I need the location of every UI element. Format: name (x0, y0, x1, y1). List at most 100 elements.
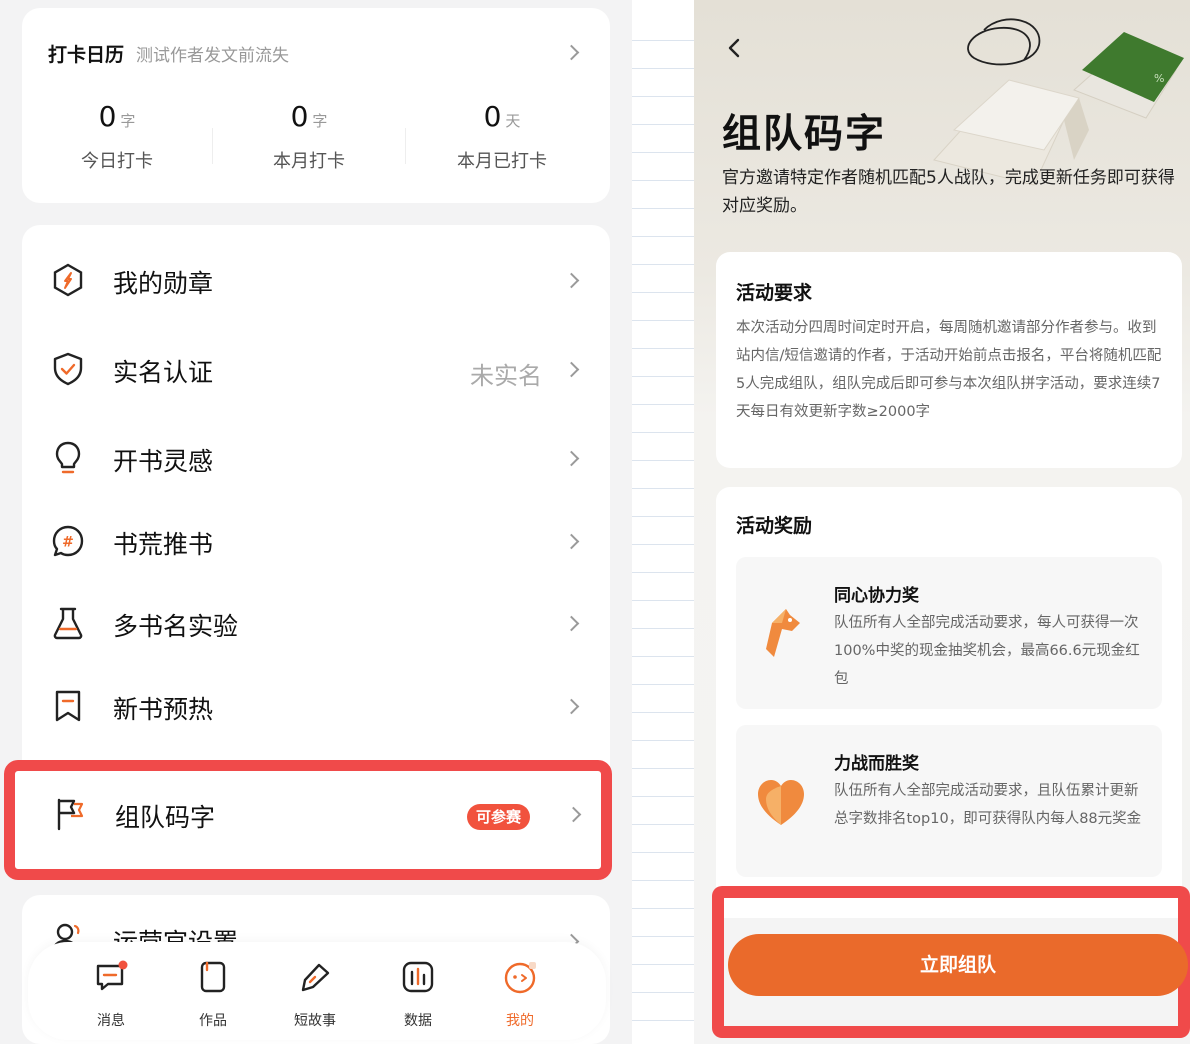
works-icon (200, 961, 226, 993)
divider (632, 152, 694, 153)
stat-number: 0 (290, 100, 309, 133)
heart-icon (758, 780, 804, 825)
medal-icon (53, 263, 83, 297)
menu-item-verification[interactable]: 实名认证 未实名 (22, 329, 610, 409)
menu-item-label: 新书预热 (113, 695, 214, 724)
divider (632, 320, 694, 321)
tab-label: 数据 (404, 1013, 432, 1029)
tab-short-stories[interactable]: 短故事 (275, 960, 355, 1030)
tab-label: 我的 (506, 1013, 534, 1029)
menu-item-team-writing[interactable]: 组队码字 可参赛 (22, 774, 610, 854)
tab-label: 消息 (97, 1013, 125, 1029)
verification-status: 未实名 (470, 362, 542, 390)
stat-unit: 天 (505, 112, 521, 130)
profile-panel: 打卡日历 测试作者发文前流失 0字 今日打卡 0字 本月打卡 0天 本月已打卡 … (0, 0, 632, 1044)
stat-unit: 字 (120, 112, 136, 130)
divider (632, 1020, 694, 1021)
chevron-right-icon (563, 615, 580, 632)
menu-item-inspiration[interactable]: 开书灵感 (22, 418, 610, 498)
stat-month: 0字 本月打卡 (214, 100, 404, 173)
tab-label: 短故事 (294, 1013, 336, 1029)
page-title: 组队码字 (722, 112, 887, 157)
divider (632, 68, 694, 69)
chevron-right-icon (563, 272, 580, 289)
svg-text:%: % (1154, 72, 1164, 85)
prize-name: 同心协力奖 (834, 586, 919, 606)
divider (632, 348, 694, 349)
divider (632, 208, 694, 209)
prize-item: 力战而胜奖 队伍所有人全部完成活动要求，且队伍累计更新总字数排名top10，即可… (736, 725, 1162, 877)
shield-check-icon (53, 352, 83, 386)
pen-icon (301, 963, 330, 992)
divider (632, 516, 694, 517)
menu-item-preheat[interactable]: 新书预热 (22, 666, 610, 746)
chevron-right-icon[interactable] (563, 44, 580, 61)
divider (632, 628, 694, 629)
menu-item-recommend[interactable]: # 书荒推书 (22, 501, 610, 581)
prize-description: 队伍所有人全部完成活动要求，且队伍累计更新总字数排名top10，即可获得队内每人… (834, 783, 1142, 827)
join-team-button[interactable]: 立即组队 (728, 934, 1188, 996)
divider (632, 404, 694, 405)
divider (632, 488, 694, 489)
tab-works[interactable]: 作品 (173, 960, 253, 1030)
back-arrow-icon[interactable] (724, 38, 744, 58)
menu-item-label: 组队码字 (115, 803, 216, 832)
page-description: 官方邀请特定作者随机匹配5人战队，完成更新任务即可获得对应奖励。 (722, 168, 1175, 216)
stat-label: 本月打卡 (273, 151, 345, 172)
divider (632, 768, 694, 769)
horse-icon (766, 609, 800, 657)
menu-item-label: 书荒推书 (113, 530, 214, 559)
flask-icon (53, 607, 83, 640)
requirement-body: 本次活动分四周时间定时开启，每周随机邀请部分作者参与。收到站内信/短信邀请的作者… (736, 320, 1162, 420)
divider (632, 292, 694, 293)
checkin-card[interactable]: 打卡日历 测试作者发文前流失 0字 今日打卡 0字 本月打卡 0天 本月已打卡 (22, 8, 610, 203)
stat-label: 本月已打卡 (457, 151, 547, 172)
divider (212, 128, 213, 164)
menu-item-medals[interactable]: 我的勋章 (22, 240, 610, 320)
bookmark-icon (55, 690, 81, 722)
lightbulb-icon (55, 441, 81, 474)
menu-item-label: 开书灵感 (113, 447, 214, 476)
tab-profile[interactable]: 我的 (480, 960, 560, 1030)
divider (632, 432, 694, 433)
divider (632, 852, 694, 853)
checkin-title: 打卡日历 (48, 44, 125, 66)
bottom-tab-bar: 消息 作品 短故事 数据 我的 (28, 942, 606, 1040)
checkin-header: 打卡日历 测试作者发文前流失 (48, 40, 289, 67)
divider (632, 40, 694, 41)
divider (632, 656, 694, 657)
chevron-right-icon (563, 698, 580, 715)
menu-item-label: 我的勋章 (113, 269, 214, 298)
divider (632, 96, 694, 97)
menu-list: 我的勋章 实名认证 未实名 开书灵感 # 书荒推书 多书名实验 新书预热 (22, 225, 610, 785)
svg-text:#: # (62, 535, 74, 551)
divider (632, 936, 694, 937)
tab-label: 作品 (199, 1013, 227, 1029)
divider (632, 236, 694, 237)
stat-unit: 字 (312, 112, 328, 130)
chevron-right-icon (563, 450, 580, 467)
divider (632, 964, 694, 965)
menu-item-title-experiment[interactable]: 多书名实验 (22, 583, 610, 663)
tab-data[interactable]: 数据 (378, 960, 458, 1030)
divider (632, 740, 694, 741)
prize-item: 同心协力奖 队伍所有人全部完成活动要求，每人可获得一次100%中奖的现金抽奖机会… (736, 557, 1162, 709)
divider (632, 544, 694, 545)
divider (632, 824, 694, 825)
stat-label: 今日打卡 (81, 151, 153, 172)
menu-item-label: 多书名实验 (113, 612, 239, 641)
divider (632, 460, 694, 461)
divider (632, 712, 694, 713)
requirement-title: 活动要求 (736, 282, 813, 304)
chevron-right-icon (565, 806, 582, 823)
stat-number: 0 (98, 100, 117, 133)
divider (632, 684, 694, 685)
prize-name: 力战而胜奖 (834, 754, 919, 774)
divider (632, 908, 694, 909)
divider (632, 180, 694, 181)
highlight-team-writing: 组队码字 可参赛 (4, 760, 612, 880)
chevron-right-icon (563, 533, 580, 550)
tab-messages[interactable]: 消息 (71, 960, 151, 1030)
menu-item-label: 实名认证 (113, 358, 214, 387)
message-icon (96, 960, 128, 991)
